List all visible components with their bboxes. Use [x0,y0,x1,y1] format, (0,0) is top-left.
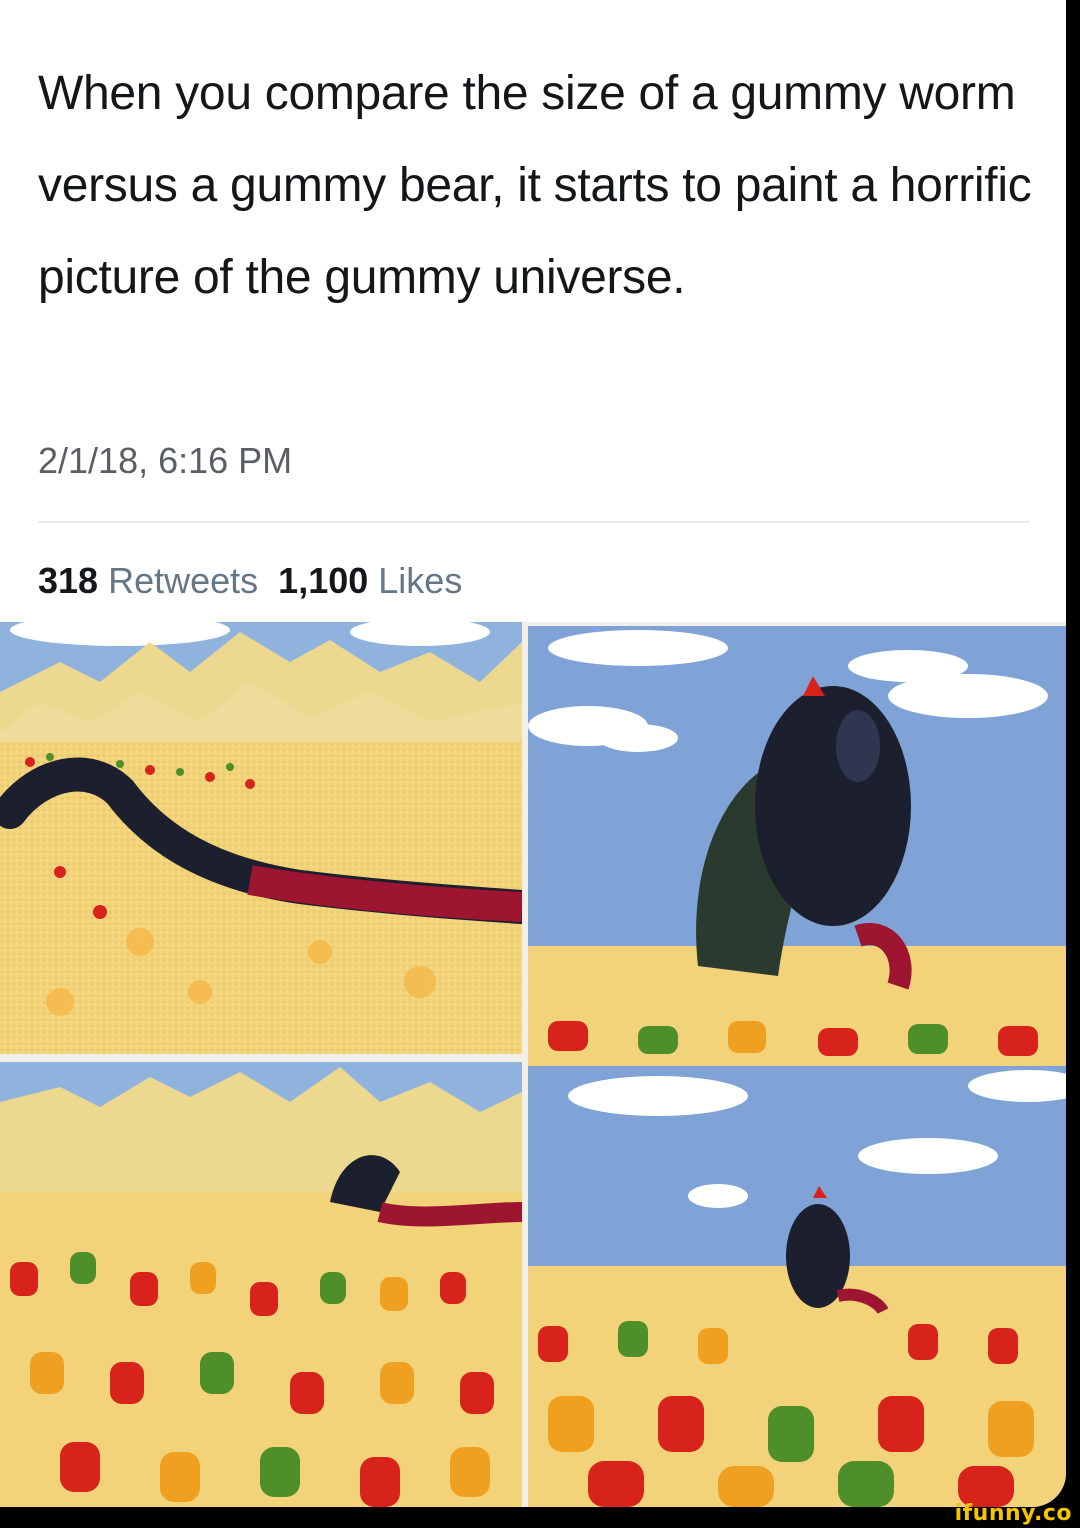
divider [38,521,1030,523]
image-collage [0,622,1066,1507]
ifunny-watermark: ifunny.co [954,1501,1072,1526]
collage-image-worm-distance [528,1066,1066,1507]
likes-stat[interactable]: 1,100 Likes [278,560,462,601]
tweet-text: When you compare the size of a gummy wor… [38,67,1032,304]
collage-image-worm-rearing [528,626,1066,1066]
tweet-stats: 318 Retweets 1,100 Likes [38,560,462,602]
likes-label: Likes [378,560,463,601]
retweets-count: 318 [38,560,99,601]
retweets-label: Retweets [108,560,259,601]
tweet-card: When you compare the size of a gummy wor… [0,0,1066,622]
collage-image-worm-field [0,1062,522,1507]
tweet-timestamp: 2/1/18, 6:16 PM [38,440,293,481]
retweets-stat[interactable]: 318 Retweets [38,560,258,601]
likes-count: 1,100 [278,560,369,601]
collage-image-worm-crawling [0,622,522,1054]
